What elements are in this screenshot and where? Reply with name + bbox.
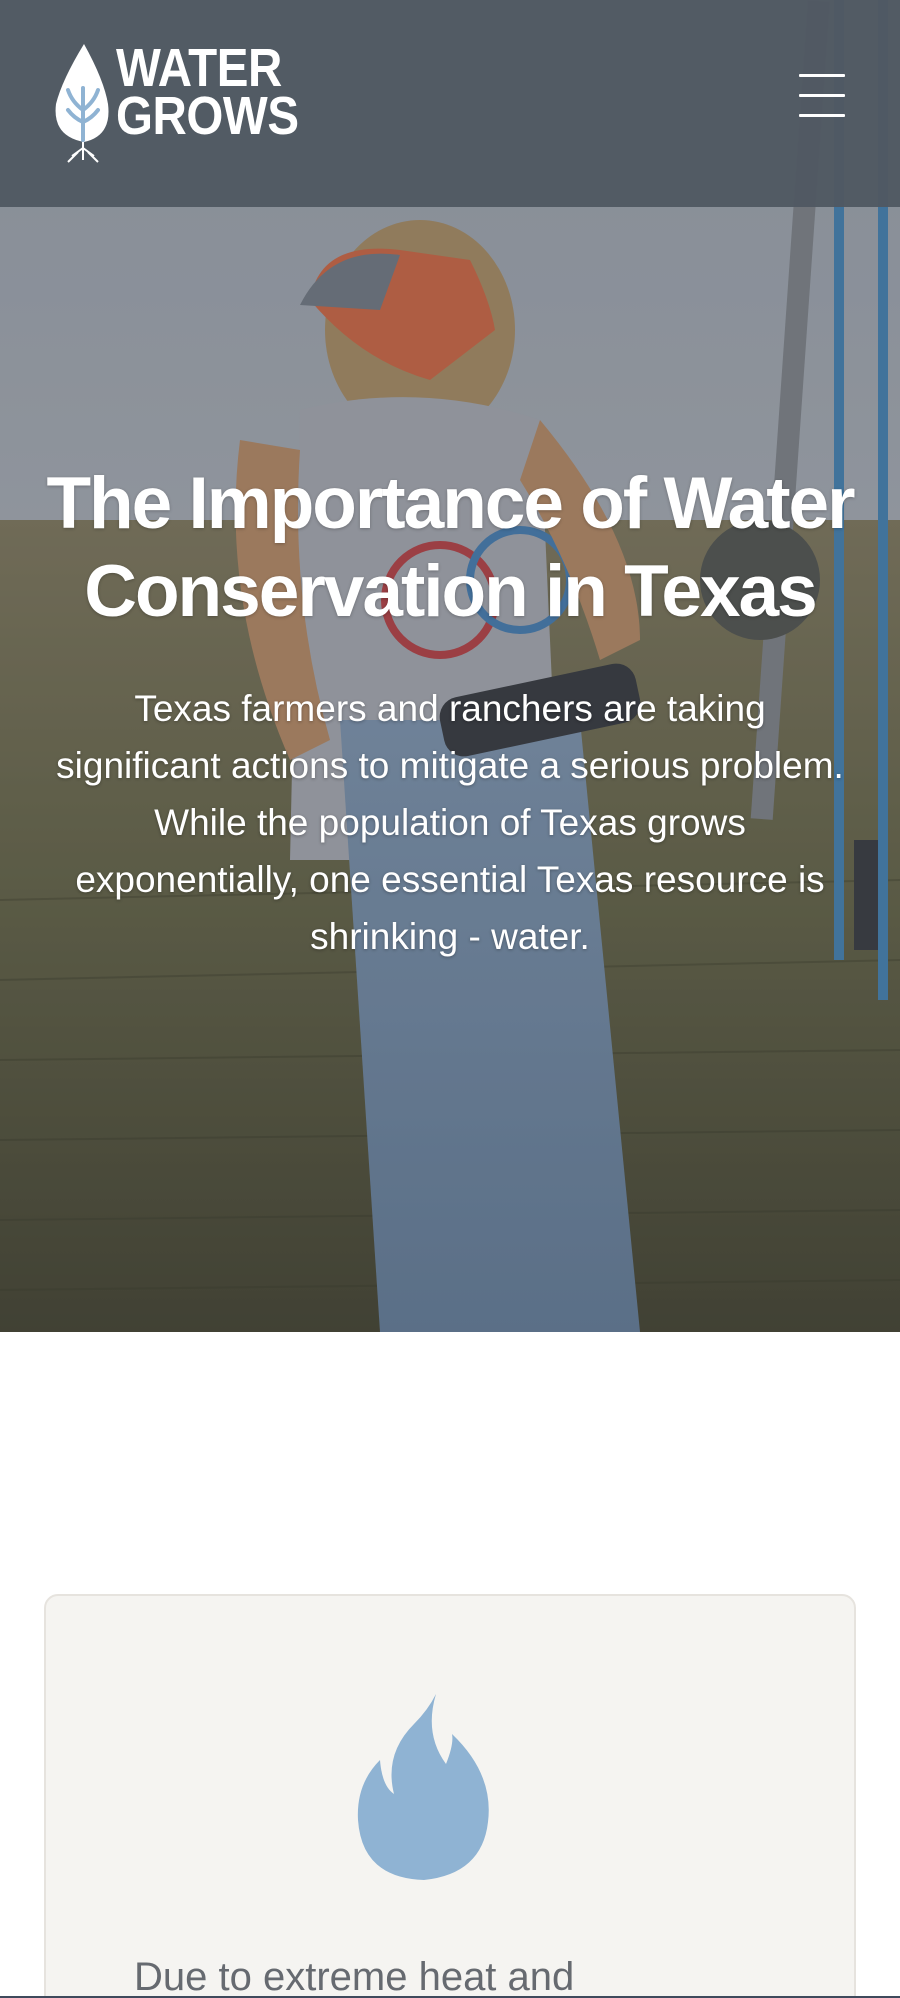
site-header: WATER GROWS xyxy=(0,0,900,207)
logo-line-1: WATER xyxy=(116,38,282,98)
logo-line-2: GROWS xyxy=(116,86,299,146)
card-text: Due to extreme heat and xyxy=(134,1955,575,1998)
hamburger-menu-icon[interactable] xyxy=(796,70,848,120)
flame-icon xyxy=(357,1694,489,1880)
info-card: Due to extreme heat and xyxy=(44,1594,856,1998)
hero-title: The Importance of Water Conservation in … xyxy=(46,463,855,632)
logo-wordmark: WATER GROWS xyxy=(116,38,299,146)
hero-subtitle: Texas farmers and ranchers are taking si… xyxy=(56,688,844,957)
